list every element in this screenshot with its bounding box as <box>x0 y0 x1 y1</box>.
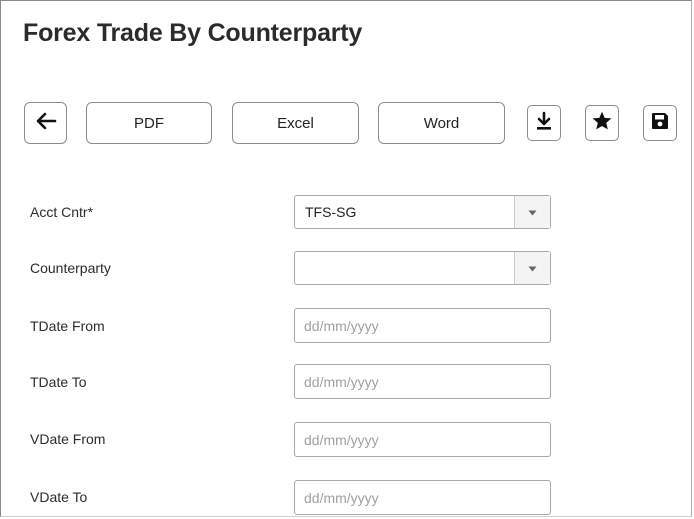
back-button[interactable] <box>24 102 67 144</box>
floppy-disk-icon <box>650 111 670 135</box>
caret-down-icon <box>528 259 537 277</box>
excel-button[interactable]: Excel <box>232 102 359 144</box>
caret-down-icon <box>528 203 537 221</box>
acct-cntr-dropdown-toggle[interactable] <box>514 196 550 228</box>
download-button[interactable] <box>527 105 561 141</box>
vdate-to-input[interactable] <box>294 480 551 515</box>
report-panel: Forex Trade By Counterparty PDF Excel Wo… <box>0 0 692 517</box>
acct-cntr-label: Acct Cntr* <box>30 204 94 220</box>
vdate-to-label: VDate To <box>30 489 88 505</box>
arrow-left-icon <box>35 112 57 134</box>
tdate-to-input[interactable] <box>294 364 551 399</box>
tdate-from-label: TDate From <box>30 318 105 334</box>
acct-cntr-value: TFS-SG <box>305 204 357 220</box>
counterparty-select[interactable] <box>294 251 551 285</box>
counterparty-label: Counterparty <box>30 260 111 276</box>
download-icon <box>535 111 553 135</box>
tdate-to-label: TDate To <box>30 374 87 390</box>
counterparty-dropdown-toggle[interactable] <box>514 252 550 284</box>
acct-cntr-select[interactable]: TFS-SG <box>294 195 551 229</box>
page-title: Forex Trade By Counterparty <box>23 19 363 47</box>
vdate-from-label: VDate From <box>30 431 106 447</box>
vdate-from-input[interactable] <box>294 422 551 457</box>
favorite-button[interactable] <box>585 105 619 141</box>
star-icon <box>591 110 613 136</box>
tdate-from-input[interactable] <box>294 308 551 343</box>
save-button[interactable] <box>643 105 677 141</box>
pdf-button[interactable]: PDF <box>86 102 212 144</box>
word-button[interactable]: Word <box>378 102 505 144</box>
